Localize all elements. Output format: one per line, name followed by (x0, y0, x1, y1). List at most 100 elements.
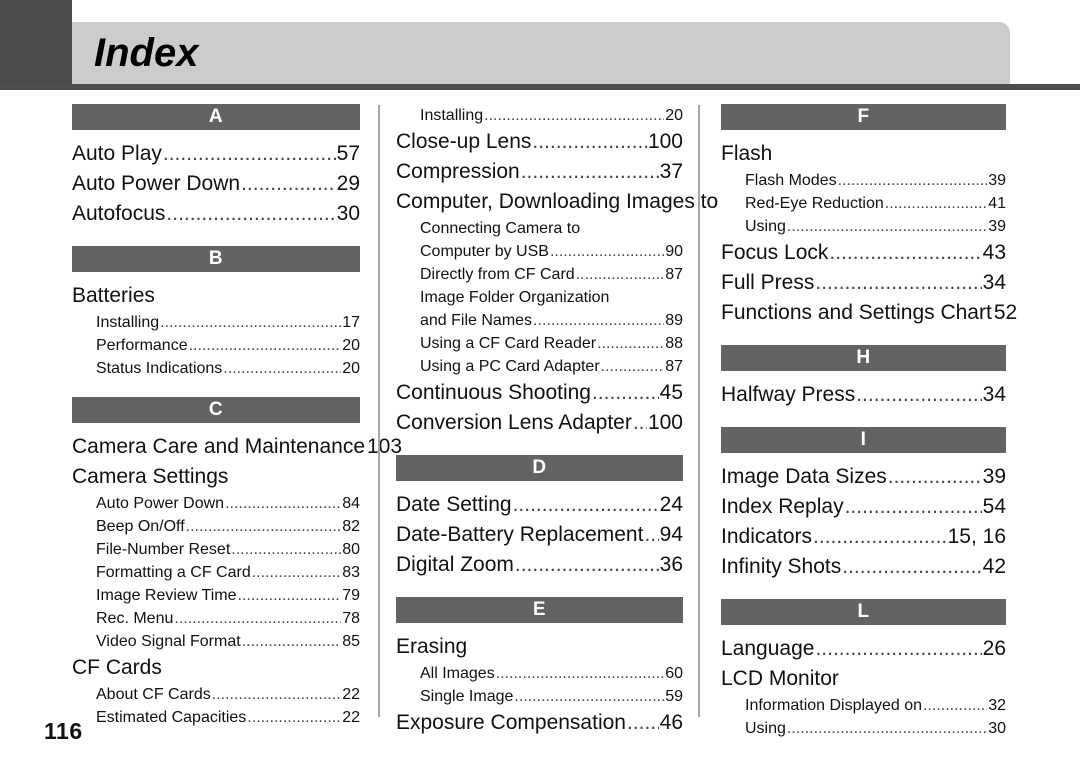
index-entry-leader: ........................................… (514, 553, 659, 576)
index-entry-label: and File Names (420, 312, 533, 329)
index-entry-leader: ........................................… (884, 195, 987, 212)
index-entry-page: 52 (993, 301, 1018, 324)
index-entry-label: Installing (96, 314, 160, 331)
index-entry-page: 36 (659, 553, 683, 576)
index-entry-label: Using a CF Card Reader (420, 335, 597, 352)
index-entry: Performance ............................… (72, 334, 360, 357)
index-entry: Camera Care and Maintenance ............… (72, 432, 402, 462)
index-entry-page: 20 (665, 107, 683, 124)
index-entry-label: Flash (721, 142, 773, 165)
index-entry-page: 37 (659, 160, 683, 183)
column-divider (378, 105, 380, 717)
index-entry-leader: ........................................… (887, 465, 982, 488)
index-entry-leader: ........................................… (188, 337, 342, 354)
header-band (72, 22, 1010, 85)
letter-heading-i: I (721, 427, 1006, 453)
index-entry-page: 39 (988, 218, 1006, 235)
index-entry-label: Compression (396, 160, 520, 183)
index-entry-label: LCD Monitor (721, 667, 839, 690)
index-entry-page: 89 (665, 312, 683, 329)
index-entry-label: Image Data Sizes (721, 465, 887, 488)
index-entry: Focus Lock .............................… (721, 238, 1006, 268)
index-entry-page: 94 (659, 523, 683, 546)
index-entry: CF Cards ...............................… (72, 653, 360, 683)
index-entry: Conversion Lens Adapter ................… (396, 408, 683, 438)
index-entry-label: Status Indications (96, 360, 223, 377)
index-entry-label: Directly from CF Card (420, 266, 575, 283)
index-entry-label: Date Setting (396, 493, 512, 516)
index-entry: Digital Zoom ...........................… (396, 550, 683, 580)
index-entry: LCD Monitor ............................… (721, 664, 1006, 694)
index-entry-leader: ........................................… (813, 525, 947, 548)
index-entry-label: Camera Settings (72, 465, 229, 488)
index-entry: Compression ............................… (396, 157, 683, 187)
index-entry-page: 46 (659, 711, 683, 734)
index-entry-leader: ........................................… (533, 312, 664, 329)
index-entry-label: Batteries (72, 284, 155, 307)
index-entry-page: 29 (336, 172, 360, 195)
page-number: 116 (44, 718, 83, 744)
index-entry-label: Halfway Press (721, 383, 856, 406)
index-entry: Formatting a CF Card ...................… (72, 561, 360, 584)
index-entry: Red-Eye Reduction ......................… (721, 192, 1006, 215)
index-entry-leader: ........................................… (626, 711, 659, 734)
index-entry-page: 15, 16 (947, 525, 1006, 548)
index-entry: Rec. Menu ..............................… (72, 607, 360, 630)
index-entry: Functions and Settings Chart ...........… (721, 298, 1017, 328)
index-entry-leader: ........................................… (495, 665, 665, 682)
index-entry: Date-Battery Replacement ...............… (396, 520, 683, 550)
index-entry-label: Conversion Lens Adapter (396, 411, 632, 434)
index-entry: About CF Cards .........................… (72, 683, 360, 706)
index-entry-leader: ........................................… (591, 381, 659, 404)
index-entry-page: 24 (659, 493, 683, 516)
index-entry: Directly from CF Card ..................… (396, 263, 683, 286)
index-column-1: A Auto Play .............................… (0, 100, 402, 726)
index-entry-leader: ........................................… (600, 358, 665, 375)
index-entry: Image Folder Organization ..............… (396, 286, 683, 309)
index-entry-leader: ........................................… (160, 314, 342, 331)
index-entry-label: Auto Power Down (96, 495, 225, 512)
index-entry-leader: ........................................… (231, 541, 341, 558)
index-entry: Installing .............................… (396, 104, 683, 127)
index-entry-leader: ........................................… (241, 633, 342, 650)
index-entry-page: 84 (342, 495, 360, 512)
index-entry: Camera Settings ........................… (72, 462, 360, 492)
index-entry-label: About CF Cards (96, 686, 211, 703)
index-entry-page: 20 (342, 360, 360, 377)
index-entry-label: Close-up Lens (396, 130, 532, 153)
index-entry: Computer by USB ........................… (396, 240, 683, 263)
index-entry-label: Index Replay (721, 495, 844, 518)
index-entry-leader: ........................................… (166, 202, 336, 225)
letter-heading-l: L (721, 599, 1006, 625)
index-entry-page: 88 (665, 335, 683, 352)
index-entry-page: 30 (988, 720, 1006, 737)
index-entry: Erasing ................................… (396, 632, 683, 662)
index-entry-page: 26 (982, 637, 1006, 660)
index-entry: Connecting Camera to ...................… (396, 217, 683, 240)
index-entry-leader: ........................................… (549, 243, 664, 260)
index-entry-leader: ........................................… (484, 107, 665, 124)
letter-heading-d: D (396, 455, 683, 481)
index-entry-leader: ........................................… (575, 266, 665, 283)
index-entry: Flash Modes ............................… (721, 169, 1006, 192)
index-entry-leader: ........................................… (512, 493, 659, 516)
index-entry: Image Review Time ......................… (72, 584, 360, 607)
index-entry-label: Using (745, 218, 786, 235)
letter-heading-c: C (72, 397, 360, 423)
index-entry-page: 41 (988, 195, 1006, 212)
index-entry-leader: ........................................… (922, 697, 987, 714)
index-entry-leader: ........................................… (597, 335, 664, 352)
index-entry-label: Beep On/Off (96, 518, 185, 535)
index-entry-label: Functions and Settings Chart (721, 301, 992, 324)
index-entry: Using ..................................… (721, 215, 1006, 238)
index-entry-label: Erasing (396, 635, 468, 658)
index-entry-page: 59 (665, 688, 683, 705)
index-entry-page: 60 (665, 665, 683, 682)
index-entry-page: 87 (665, 266, 683, 283)
index-entry-label: Language (721, 637, 815, 660)
index-entry: Video Signal Format ....................… (72, 630, 360, 653)
index-entry: Estimated Capacities ...................… (72, 706, 360, 729)
header-rule (0, 84, 1080, 90)
index-entry-label: Autofocus (72, 202, 166, 225)
index-entry-label: Continuous Shooting (396, 381, 591, 404)
